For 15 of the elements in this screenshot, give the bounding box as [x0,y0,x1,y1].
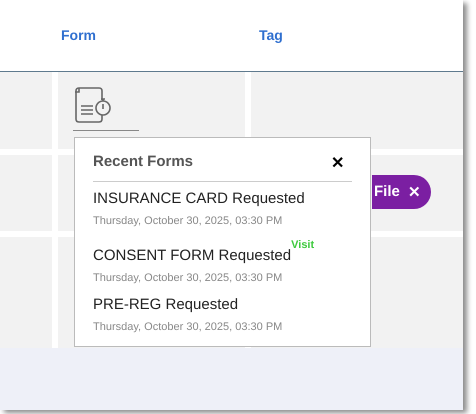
column-header[interactable]: Tag [259,26,283,42]
close-button[interactable]: ✕ [331,152,344,176]
form-request-title: CONSENT FORM Requested [93,247,292,266]
column-header[interactable]: Form [61,26,96,42]
form-request-title: PRE-REG Requested [93,295,238,315]
visit-label: Visit [291,238,314,253]
document-clock-icon [73,84,113,124]
tag-chip[interactable]: File ✕ [372,175,431,209]
progress-line [73,130,139,131]
request-date: Thursday, October 30, 2025, 03:30 PM [93,320,284,334]
request-date: Thursday, October 30, 2025, 03:30 PM [93,214,284,228]
popup-title: Recent Forms [93,152,194,172]
request-date: Thursday, October 30, 2025, 03:30 PM [93,270,284,286]
form-request-title: INSURANCE CARD Requested [93,189,305,209]
tag-label: File [374,182,400,202]
